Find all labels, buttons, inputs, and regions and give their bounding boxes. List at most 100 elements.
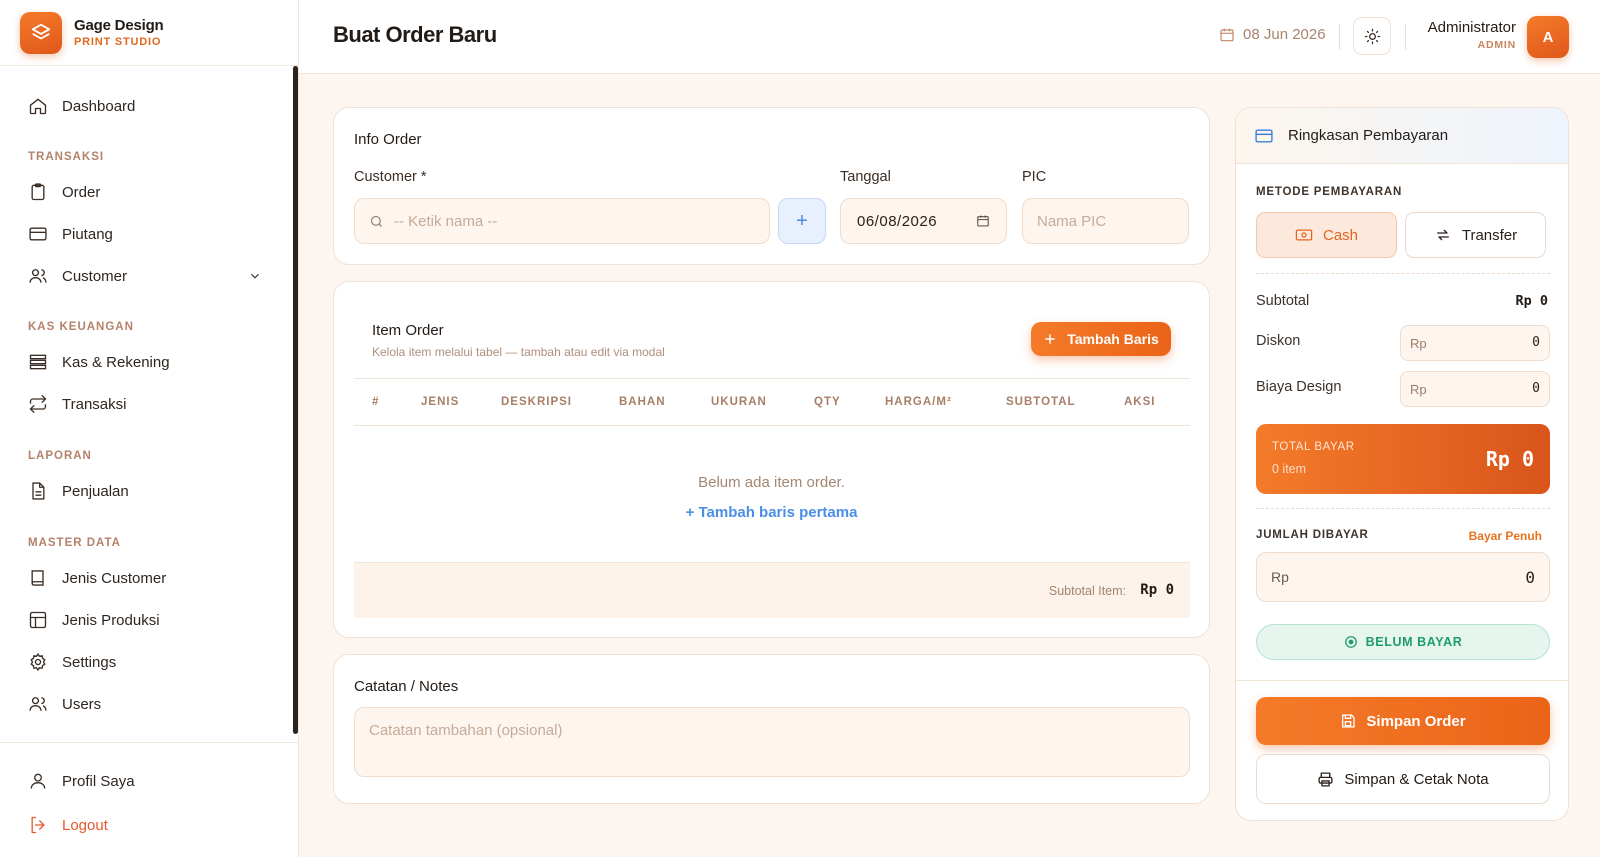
sidebar-scrollbar[interactable] [293,66,298,734]
sidebar-item-jenis-customer[interactable]: Jenis Customer [28,566,166,590]
credit-card-icon [1255,128,1273,143]
sidebar-item-order[interactable]: Order [28,180,100,204]
divider [1256,508,1550,509]
sidebar-item-kas-rekening[interactable]: Kas & Rekening [28,350,170,374]
bayar-penuh-link[interactable]: Bayar Penuh [1469,529,1542,543]
save-order-button[interactable]: Simpan Order [1256,697,1550,745]
circle-dot-icon [1344,636,1357,648]
sidebar-item-label: Dashboard [62,97,136,115]
info-order-title: Info Order [354,131,422,148]
sidebar-item-label: Jenis Produksi [62,611,160,629]
empty-state-text: Belum ada item order. [698,474,845,491]
calendar-icon [1220,28,1234,41]
section-laporan: LAPORAN [28,450,92,462]
divider [1256,273,1550,274]
logout-icon [31,816,45,834]
notes-textarea[interactable]: Catatan tambahan (opsional) [354,707,1190,777]
section-kas-keuangan: KAS KEUANGAN [28,321,134,333]
chevron-down-icon[interactable] [248,269,262,283]
notes-title: Catatan / Notes [354,678,459,695]
sidebar-item-profil[interactable]: Profil Saya [28,769,135,793]
user-icon [30,773,46,789]
brand[interactable]: Gage Design PRINT STUDIO [0,0,298,66]
section-transaksi: TRANSAKSI [28,151,105,163]
column-header: HARGA/M² [885,396,952,408]
logout-button[interactable]: Logout [28,813,108,837]
jumlah-dibayar-input[interactable]: Rp 0 [1256,552,1550,602]
total-items: 0 item [1272,462,1307,476]
avatar[interactable]: A [1527,16,1569,58]
transfer-icon [1436,229,1449,241]
sidebar-item-label: Kas & Rekening [62,353,170,371]
brand-subtitle: PRINT STUDIO [74,36,162,48]
method-transfer-button[interactable]: Transfer [1405,212,1546,258]
sidebar-item-label: Customer [62,267,128,285]
payment-summary-header: Ringkasan Pembayaran [1236,108,1568,164]
biaya-design-input[interactable]: Rp 0 [1400,371,1550,407]
customer-search-input[interactable]: -- Ketik nama -- [354,198,770,244]
layers-icon [31,23,51,39]
cash-icon [1295,229,1313,241]
sidebar-item-label: Users [62,695,102,713]
tanggal-label: Tanggal [840,169,891,185]
printer-icon [1318,771,1333,787]
credit-card-icon [29,227,47,241]
repeat-icon [29,395,47,413]
total-value: Rp 0 [1485,447,1534,471]
sidebar-item-label: Penjualan [62,482,129,500]
customer-label: Customer * [354,169,427,185]
biaya-design-label: Biaya Design [1256,379,1342,395]
top-header: Buat Order Baru 08 Jun 2026 Administrato… [299,0,1600,74]
payment-method-label: METODE PEMBAYARAN [1256,186,1403,198]
sidebar-bottom: Profil Saya Logout [0,742,298,857]
sidebar-item-dashboard[interactable]: Dashboard [28,94,135,118]
brand-name: Gage Design [74,17,164,34]
sidebar-item-jenis-produksi[interactable]: Jenis Produksi [28,608,160,632]
user-info[interactable]: Administrator ADMIN [1428,19,1516,51]
save-print-button[interactable]: Simpan & Cetak Nota [1256,754,1550,804]
divider [1236,680,1568,681]
add-row-button[interactable]: Tambah Baris [1031,322,1171,356]
subtotal-item-label: Subtotal Item: [1048,584,1126,598]
sidebar-item-piutang[interactable]: Piutang [28,222,113,246]
save-icon [1342,714,1356,728]
sidebar-item-settings[interactable]: Settings [28,650,116,674]
user-role: ADMIN [1477,39,1516,51]
tanggal-value: 06/08/2026 [857,212,938,230]
notes-card: Catatan / Notes Catatan tambahan (opsion… [333,654,1210,804]
diskon-input[interactable]: Rp 0 [1400,325,1550,361]
book-icon [31,570,44,586]
pic-input[interactable]: Nama PIC [1022,198,1189,244]
home-icon [29,98,47,115]
add-first-row-link[interactable]: + Tambah baris pertama [334,504,1209,521]
pic-placeholder: Nama PIC [1037,212,1107,230]
subtotal-label: Subtotal [1256,293,1310,309]
sidebar-item-transaksi[interactable]: Transaksi [28,392,126,416]
subtotal-item-value: Rp 0 [1140,582,1174,598]
search-icon [370,215,382,227]
sidebar-item-customer[interactable]: Customer [28,264,264,288]
method-cash-button[interactable]: Cash [1256,212,1397,258]
sidebar-item-users[interactable]: Users [28,692,101,716]
sidebar-item-penjualan[interactable]: Penjualan [28,479,129,503]
add-customer-button[interactable]: + [778,198,826,244]
gear-icon [30,652,46,672]
customer-placeholder: -- Ketik nama -- [394,212,498,230]
section-master-data: MASTER DATA [28,537,121,549]
items-table-header: # JENIS DESKRIPSI BAHAN UKURAN QTY HARGA… [354,378,1190,426]
column-header: AKSI [1124,396,1156,408]
calendar-icon[interactable] [976,214,990,228]
users-icon [29,697,47,711]
column-header: BAHAN [619,396,666,408]
page-title: Buat Order Baru [333,22,497,47]
header-date: 08 Jun 2026 [1219,26,1326,43]
clipboard-icon [31,183,45,201]
sun-icon [1364,28,1380,44]
sidebar: Gage Design PRINT STUDIO Dashboard TRANS… [0,0,299,857]
column-header: SUBTOTAL [1006,396,1076,408]
tanggal-input[interactable]: 06/08/2026 [840,198,1007,244]
items-table-footer: Subtotal Item: Rp 0 [354,562,1190,618]
subtotal-value: Rp 0 [1515,293,1548,309]
header-divider [1405,24,1406,50]
theme-toggle-button[interactable] [1353,17,1391,55]
